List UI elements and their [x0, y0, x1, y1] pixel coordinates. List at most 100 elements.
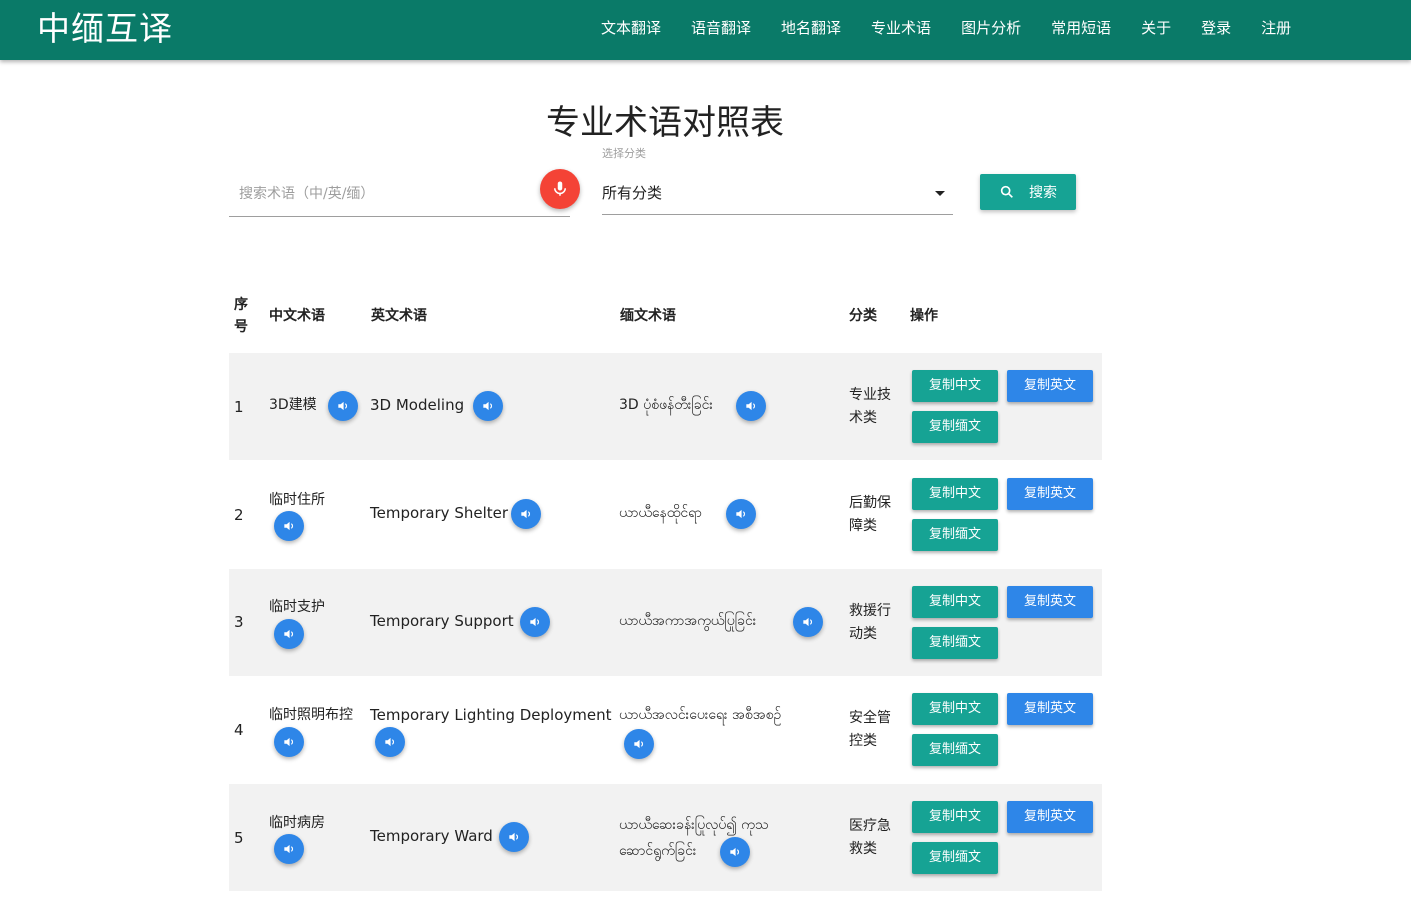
- speaker-icon: [746, 401, 756, 411]
- nav-item-common-phrases[interactable]: 常用短语: [1036, 0, 1126, 60]
- play-burmese-button[interactable]: [736, 391, 766, 421]
- table-row: 4 临时照明布控 Temporary Lighting Deployment ယ…: [229, 676, 1102, 783]
- row-burmese-term: ယာယီအကာအကွယ်ပြုခြင်း: [619, 613, 757, 629]
- play-burmese-button[interactable]: [726, 499, 756, 529]
- search-button[interactable]: 搜索: [980, 174, 1076, 210]
- row-english-term: 3D Modeling: [370, 396, 465, 414]
- category-select[interactable]: 所有分类: [602, 170, 953, 215]
- play-chinese-button[interactable]: [274, 834, 304, 864]
- copy-burmese-button[interactable]: 复制缅文: [912, 411, 998, 443]
- copy-english-button[interactable]: 复制英文: [1007, 586, 1093, 618]
- caret-down-icon: [935, 191, 945, 196]
- speaker-icon: [284, 844, 294, 854]
- brand-logo[interactable]: 中缅互译: [37, 8, 173, 50]
- nav-item-image-analysis[interactable]: 图片分析: [946, 0, 1036, 60]
- speaker-icon: [730, 847, 740, 857]
- nav-item-terminology[interactable]: 专业术语: [856, 0, 946, 60]
- play-chinese-button[interactable]: [274, 619, 304, 649]
- copy-chinese-button[interactable]: 复制中文: [912, 801, 998, 833]
- play-chinese-button[interactable]: [328, 391, 358, 421]
- play-english-button[interactable]: [473, 391, 503, 421]
- nav-item-text-translate[interactable]: 文本翻译: [586, 0, 676, 60]
- table-row: 5 临时病房 Temporary Ward ယာယီဆေးခန်းပြုလုပ်…: [229, 784, 1102, 891]
- nav-item-place-translate[interactable]: 地名翻译: [766, 0, 856, 60]
- row-category: 安全管控类: [849, 710, 891, 749]
- play-english-button[interactable]: [511, 499, 541, 529]
- speaker-icon: [284, 629, 294, 639]
- row-index: 3: [234, 613, 244, 631]
- row-index: 2: [234, 506, 244, 524]
- copy-burmese-button[interactable]: 复制缅文: [912, 842, 998, 874]
- speaker-icon: [521, 509, 531, 519]
- row-burmese-term: ယာယီအလင်းပေးရေး အစီအစဉ်: [619, 707, 782, 723]
- play-burmese-button[interactable]: [720, 837, 750, 867]
- speaker-icon: [530, 617, 540, 627]
- row-english-term: Temporary Support: [370, 612, 514, 630]
- speaker-icon: [736, 509, 746, 519]
- copy-burmese-button[interactable]: 复制缅文: [912, 627, 998, 659]
- col-header-index: 序号: [234, 297, 248, 335]
- nav-item-about[interactable]: 关于: [1126, 0, 1186, 60]
- category-select-label: 选择分类: [602, 147, 646, 160]
- play-english-button[interactable]: [375, 727, 405, 757]
- copy-chinese-button[interactable]: 复制中文: [912, 693, 998, 725]
- row-burmese-term: ယာယီနေထိုင်ရာ: [619, 505, 702, 521]
- play-burmese-button[interactable]: [624, 729, 654, 759]
- col-header-chinese: 中文术语: [269, 308, 325, 324]
- nav-item-register[interactable]: 注册: [1246, 0, 1306, 60]
- row-burmese-term: 3D ပုံစံဖန်တီးခြင်း: [619, 397, 713, 413]
- copy-english-button[interactable]: 复制英文: [1007, 693, 1093, 725]
- speaker-icon: [338, 401, 348, 411]
- speaker-icon: [284, 737, 294, 747]
- speaker-icon: [483, 401, 493, 411]
- col-header-burmese: 缅文术语: [620, 308, 676, 324]
- category-select-value: 所有分类: [602, 184, 663, 202]
- row-english-term: Temporary Shelter: [370, 504, 509, 522]
- copy-chinese-button[interactable]: 复制中文: [912, 478, 998, 510]
- copy-chinese-button[interactable]: 复制中文: [912, 586, 998, 618]
- copy-english-button[interactable]: 复制英文: [1007, 370, 1093, 402]
- table-row: 2 临时住所 Temporary Shelter ယာယီနေထိုင်ရာ 后…: [229, 461, 1102, 568]
- copy-burmese-button[interactable]: 复制缅文: [912, 734, 998, 766]
- speaker-icon: [509, 832, 519, 842]
- play-english-button[interactable]: [499, 822, 529, 852]
- nav-item-login[interactable]: 登录: [1186, 0, 1246, 60]
- speaker-icon: [634, 739, 644, 749]
- microphone-icon: [554, 181, 566, 196]
- row-index: 4: [234, 721, 244, 739]
- play-chinese-button[interactable]: [274, 511, 304, 541]
- play-burmese-button[interactable]: [793, 607, 823, 637]
- speaker-icon: [803, 617, 813, 627]
- copy-english-button[interactable]: 复制英文: [1007, 478, 1093, 510]
- row-chinese-term: 3D建模: [269, 397, 317, 413]
- col-header-actions: 操作: [910, 308, 938, 324]
- row-english-term: Temporary Ward: [370, 827, 493, 845]
- row-english-term: Temporary Lighting Deployment: [370, 706, 612, 724]
- play-english-button[interactable]: [520, 607, 550, 637]
- copy-chinese-button[interactable]: 复制中文: [912, 370, 998, 402]
- col-header-english: 英文术语: [371, 308, 427, 324]
- row-category: 救援行动类: [849, 603, 891, 642]
- voice-search-button[interactable]: [540, 169, 580, 209]
- table-row: 3 临时支护 Temporary Support ယာယီအကာအကွယ်ပြု…: [229, 569, 1102, 676]
- copy-burmese-button[interactable]: 复制缅文: [912, 519, 998, 551]
- row-index: 5: [234, 829, 244, 847]
- row-category: 后勤保障类: [849, 495, 891, 534]
- row-chinese-term: 临时病房: [269, 815, 325, 831]
- search-field: [229, 172, 570, 217]
- top-app-bar: 中缅互译 文本翻译 语音翻译 地名翻译 专业术语 图片分析 常用短语 关于 登录…: [0, 0, 1411, 60]
- row-chinese-term: 临时住所: [269, 492, 325, 508]
- main-nav: 文本翻译 语音翻译 地名翻译 专业术语 图片分析 常用短语 关于 登录 注册: [586, 0, 1306, 60]
- nav-item-voice-translate[interactable]: 语音翻译: [676, 0, 766, 60]
- row-index: 1: [234, 398, 244, 416]
- row-category: 医疗急救类: [849, 818, 891, 857]
- row-chinese-term: 临时照明布控: [269, 707, 353, 723]
- play-chinese-button[interactable]: [274, 727, 304, 757]
- search-button-label: 搜索: [1029, 185, 1057, 201]
- search-icon: [1000, 185, 1013, 198]
- row-chinese-term: 临时支护: [269, 599, 325, 615]
- table-row: 1 3D建模 3D Modeling 3D ပုံစံဖန်တီးခြင်း 专…: [229, 353, 1102, 460]
- search-input[interactable]: [239, 182, 529, 206]
- speaker-icon: [284, 521, 294, 531]
- copy-english-button[interactable]: 复制英文: [1007, 801, 1093, 833]
